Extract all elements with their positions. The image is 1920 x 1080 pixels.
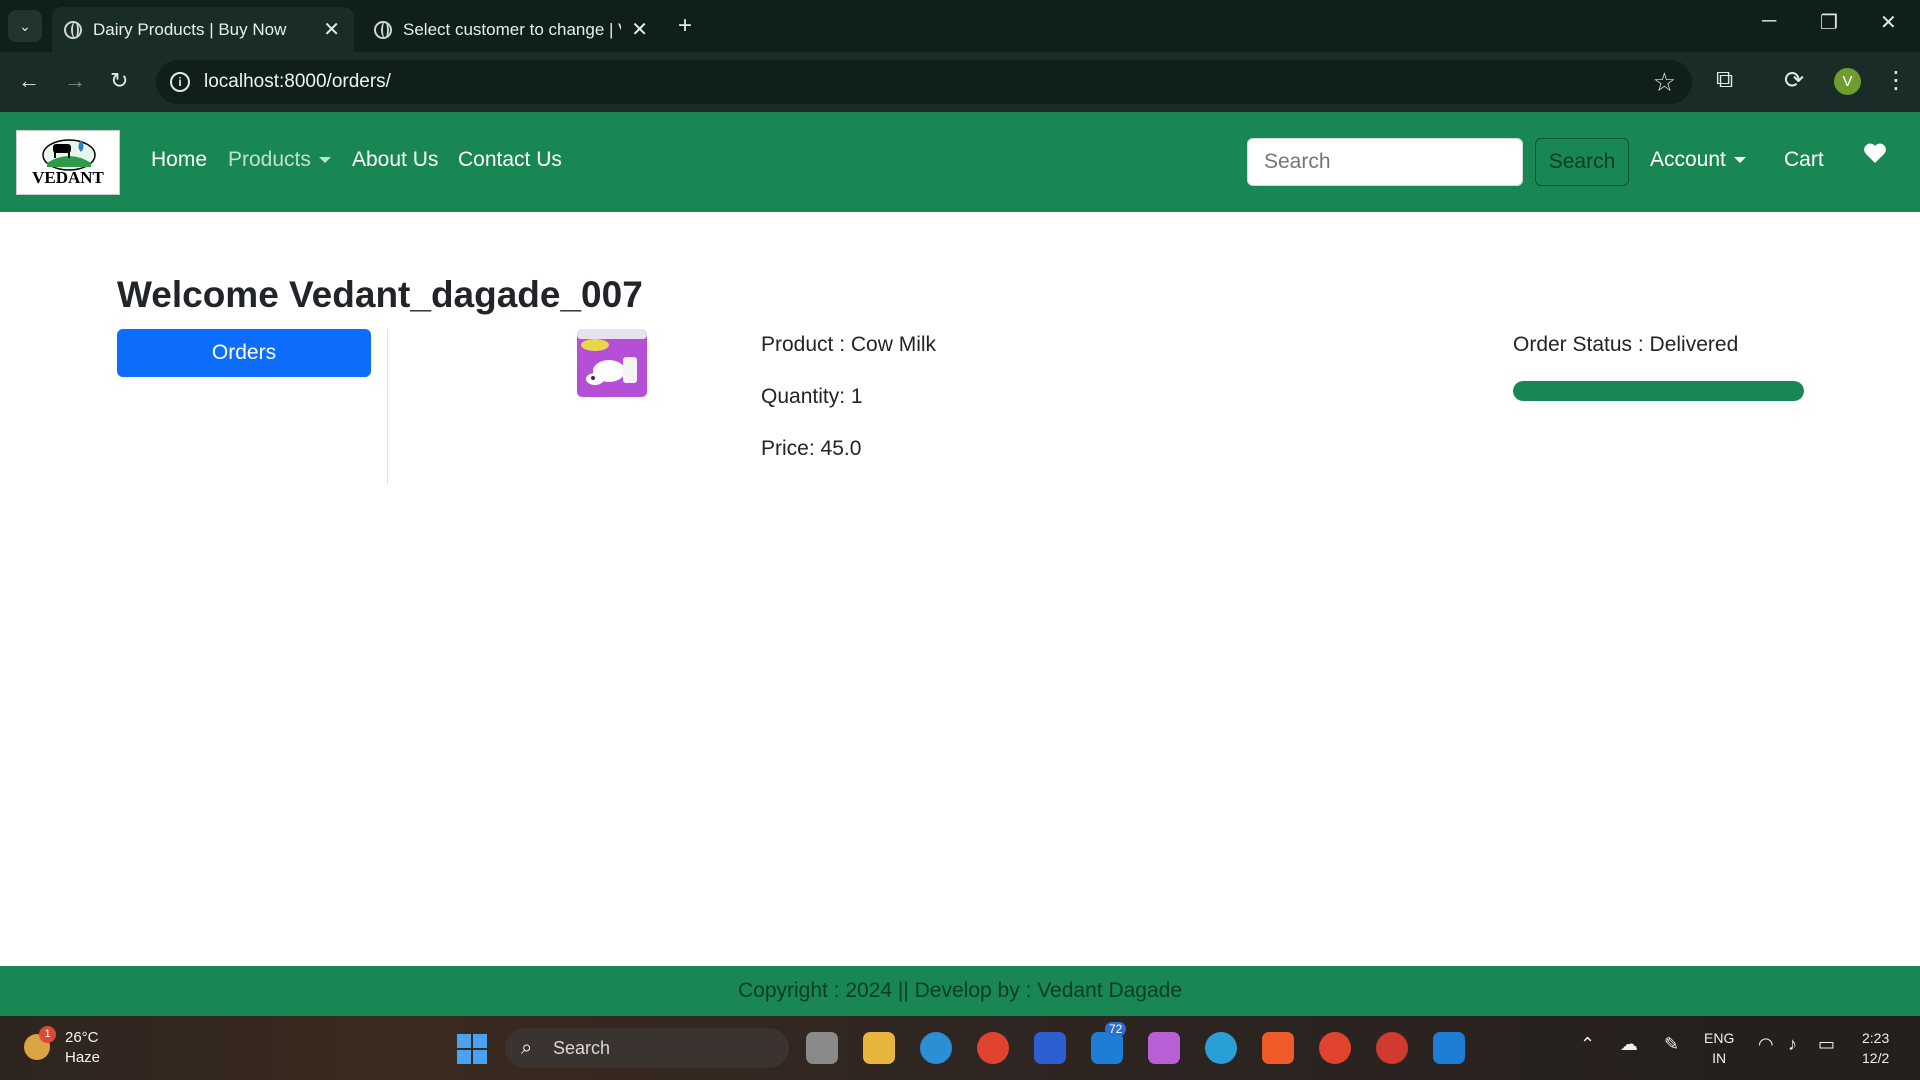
weather-alert-badge: 1 bbox=[39, 1026, 56, 1043]
new-tab-icon[interactable]: + bbox=[678, 12, 692, 40]
windows-start-icon[interactable] bbox=[457, 1034, 487, 1064]
cow-milk-product-image bbox=[577, 329, 647, 397]
nav-account-dropdown[interactable]: Account bbox=[1650, 148, 1746, 172]
language: ENG bbox=[1704, 1030, 1735, 1046]
nav-contact-link[interactable]: Contact Us bbox=[458, 148, 562, 172]
nav-products-dropdown[interactable]: Products bbox=[228, 148, 331, 172]
order-status: Order Status : Delivered bbox=[1513, 333, 1739, 356]
pen-icon[interactable]: ✎ bbox=[1664, 1034, 1679, 1054]
close-tab-icon[interactable]: ✕ bbox=[323, 17, 340, 42]
search-input[interactable] bbox=[1247, 138, 1523, 186]
forward-icon[interactable]: → bbox=[64, 68, 86, 94]
browser-tab-strip: ⌄ Dairy Products | Buy Now ✕ Select cust… bbox=[0, 0, 1920, 52]
cow-logo-icon bbox=[42, 139, 96, 171]
tray-chevron-icon[interactable]: ⌃ bbox=[1580, 1034, 1595, 1054]
profile-avatar[interactable]: V bbox=[1834, 68, 1861, 95]
onedrive-icon[interactable]: ☁ bbox=[1620, 1034, 1638, 1054]
minimize-icon[interactable]: ─ bbox=[1762, 10, 1776, 33]
temperature: 26°C bbox=[65, 1029, 99, 1046]
browser-toolbar: ← → ↻ i localhost:8000/orders/ ☆ ⧉ ⟳ V ⋮ bbox=[0, 52, 1920, 112]
product-quantity: Quantity: 1 bbox=[761, 385, 863, 408]
weather-widget[interactable]: 26°C Haze bbox=[65, 1028, 100, 1068]
chrome-alt-icon[interactable] bbox=[1376, 1032, 1408, 1064]
nav-home-link[interactable]: Home bbox=[151, 148, 207, 172]
performance-icon[interactable]: ⟳ bbox=[1784, 66, 1804, 95]
menu-kebab-icon[interactable]: ⋮ bbox=[1884, 66, 1908, 95]
date: 12/2 bbox=[1862, 1050, 1890, 1066]
windows-taskbar: 1 26°C Haze ⌕ Search 72 ⌃ ☁ ✎ ENG IN ◠ ♪… bbox=[0, 1016, 1920, 1080]
globe-icon bbox=[64, 21, 82, 39]
taskbar-search-label: Search bbox=[553, 1037, 611, 1058]
copilot-icon[interactable] bbox=[1148, 1032, 1180, 1064]
url-text: localhost:8000/orders/ bbox=[204, 71, 391, 92]
battery-icon[interactable]: ▭ bbox=[1818, 1034, 1835, 1054]
edge-icon[interactable] bbox=[920, 1032, 952, 1064]
time: 2:23 bbox=[1862, 1030, 1890, 1046]
address-bar[interactable]: i localhost:8000/orders/ ☆ bbox=[156, 60, 1692, 104]
task-view-icon[interactable] bbox=[806, 1032, 838, 1064]
tab-dairy-products[interactable]: Dairy Products | Buy Now ✕ bbox=[52, 7, 354, 52]
wifi-icon[interactable]: ◠ bbox=[1758, 1034, 1774, 1054]
close-tab-icon[interactable]: ✕ bbox=[631, 17, 648, 42]
store-icon[interactable]: 72 bbox=[1091, 1022, 1127, 1064]
close-window-icon[interactable]: ✕ bbox=[1880, 10, 1897, 35]
product-price: Price: 45.0 bbox=[761, 437, 862, 460]
site-info-icon[interactable]: i bbox=[170, 72, 190, 92]
volume-icon[interactable]: ♪ bbox=[1788, 1034, 1797, 1054]
vscode-icon[interactable] bbox=[1433, 1032, 1465, 1064]
nav-cart-link[interactable]: Cart bbox=[1784, 148, 1824, 172]
caret-down-icon bbox=[1733, 157, 1746, 163]
tab-search-icon[interactable]: ⌄ bbox=[8, 10, 42, 42]
restore-icon[interactable]: ❐ bbox=[1820, 10, 1838, 35]
brand-logo[interactable]: VEDANT bbox=[16, 130, 120, 195]
weather-condition: Haze bbox=[65, 1049, 101, 1066]
order-progress bbox=[1513, 381, 1804, 401]
app-icon[interactable] bbox=[1034, 1032, 1066, 1064]
chrome-icon[interactable] bbox=[977, 1032, 1009, 1064]
caret-down-icon bbox=[318, 157, 331, 163]
notification-badge: 72 bbox=[1105, 1022, 1127, 1036]
logo-text: VEDANT bbox=[32, 168, 104, 187]
search-button[interactable]: Search bbox=[1535, 138, 1629, 186]
clock[interactable]: 2:23 12/2 bbox=[1862, 1028, 1889, 1068]
back-icon[interactable]: ← bbox=[18, 68, 40, 94]
tab-select-customer[interactable]: Select customer to change | Vedant ✕ bbox=[362, 7, 662, 52]
file-explorer-icon[interactable] bbox=[863, 1032, 895, 1064]
site-footer: Copyright : 2024 || Develop by : Vedant … bbox=[0, 966, 1920, 1016]
product-name: Product : Cow Milk bbox=[761, 333, 937, 356]
site-navbar: VEDANT Home Products About Us Contact Us… bbox=[0, 112, 1920, 212]
copyright-text: Copyright : 2024 || Develop by : Vedant … bbox=[737, 979, 1183, 1002]
bookmark-star-icon[interactable]: ☆ bbox=[1653, 67, 1676, 98]
globe-icon bbox=[374, 21, 392, 39]
language-indicator[interactable]: ENG IN bbox=[1704, 1028, 1734, 1068]
tab-title: Dairy Products | Buy Now bbox=[93, 19, 287, 39]
chrome-profile-icon[interactable] bbox=[1319, 1032, 1351, 1064]
orders-button[interactable]: Orders bbox=[117, 329, 371, 377]
nav-products-label: Products bbox=[228, 148, 311, 171]
tab-title: Select customer to change | Vedant bbox=[403, 19, 621, 39]
nav-account-label: Account bbox=[1650, 148, 1726, 171]
brave-icon[interactable] bbox=[1262, 1032, 1294, 1064]
reload-icon[interactable]: ↻ bbox=[110, 68, 128, 94]
heart-icon[interactable] bbox=[1863, 142, 1887, 164]
region: IN bbox=[1712, 1050, 1727, 1066]
taskbar-search[interactable]: ⌕ Search bbox=[505, 1028, 789, 1068]
vertical-divider bbox=[387, 329, 388, 485]
order-progress-bar bbox=[1513, 381, 1804, 401]
welcome-heading: Welcome Vedant_dagade_007 bbox=[117, 274, 643, 315]
telegram-icon[interactable] bbox=[1205, 1032, 1237, 1064]
nav-about-link[interactable]: About Us bbox=[352, 148, 438, 172]
search-icon: ⌕ bbox=[521, 1037, 533, 1059]
extensions-icon[interactable]: ⧉ bbox=[1716, 66, 1733, 94]
